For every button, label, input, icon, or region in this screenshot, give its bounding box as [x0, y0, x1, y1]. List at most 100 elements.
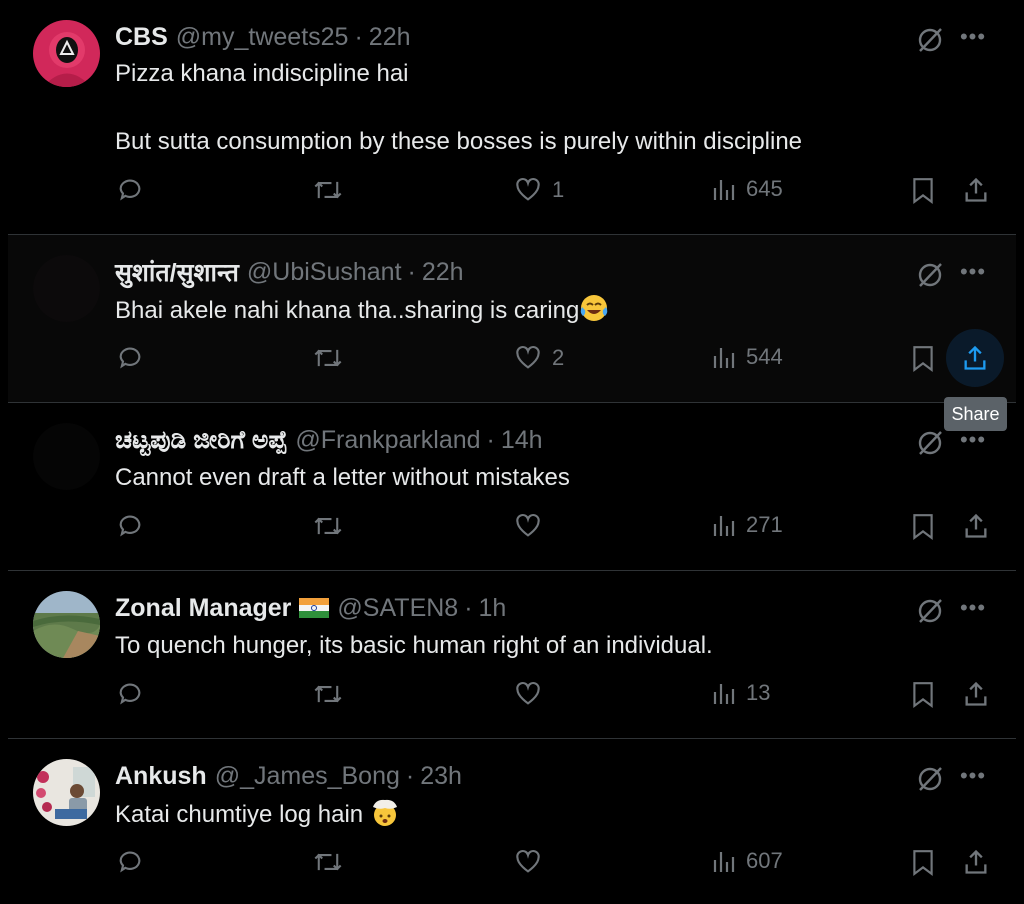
action-bar: 1 645 [8, 176, 1016, 216]
retweet-icon [314, 685, 342, 703]
avatar[interactable] [33, 20, 100, 87]
view-count: 13 [746, 680, 771, 705]
reply-icon [119, 683, 141, 705]
india-flag-icon [299, 598, 330, 618]
timestamp[interactable]: 14h [501, 426, 543, 455]
avatar[interactable] [33, 423, 100, 490]
author-name[interactable]: Zonal Manager [115, 594, 291, 623]
tweet[interactable]: सुशांत/सुशान्त @UbiSushant · 22h ••• Bha… [8, 235, 1016, 403]
reply-button[interactable] [116, 680, 144, 708]
views-icon [713, 852, 735, 872]
retweet-button[interactable] [313, 512, 343, 540]
reply-button[interactable] [116, 848, 144, 876]
tweet[interactable]: Zonal Manager @SATEN8 · 1h ••• To quench… [8, 571, 1016, 739]
timestamp[interactable]: 1h [479, 594, 507, 623]
face-with-tears-of-joy-icon [581, 295, 608, 321]
separator: · [354, 22, 363, 51]
author-handle[interactable]: @SATEN8 [337, 594, 458, 623]
like-button[interactable] [514, 848, 552, 876]
tweet[interactable]: Ankush @_James_Bong · 23h ••• Katai chum… [8, 739, 1016, 904]
view-count: 271 [746, 512, 783, 537]
views-icon [713, 348, 735, 368]
author-handle[interactable]: @_James_Bong [215, 762, 400, 791]
like-button[interactable] [514, 680, 552, 708]
view-count: 607 [746, 848, 783, 873]
share-button[interactable] [962, 176, 990, 204]
bookmark-icon [913, 346, 933, 372]
more-icon[interactable]: ••• [958, 257, 988, 287]
reply-button[interactable] [116, 512, 144, 540]
views-button[interactable]: 607 [712, 848, 783, 874]
reply-icon [119, 515, 141, 537]
reply-icon [119, 179, 141, 201]
avatar[interactable] [33, 759, 100, 826]
tweet[interactable]: ಚಟ್ಟಪುಡಿ ಜೀರಿಗೆ ಅಪ್ಪೆ @Frankparkland · 1… [8, 403, 1016, 571]
grok-icon[interactable] [916, 429, 944, 457]
reply-icon [119, 851, 141, 873]
author-handle[interactable]: @my_tweets25 [176, 23, 349, 52]
more-icon[interactable]: ••• [958, 22, 988, 52]
retweet-icon [314, 853, 342, 871]
separator: · [464, 593, 473, 622]
heart-icon [516, 177, 540, 201]
retweet-button[interactable] [313, 344, 343, 372]
timestamp[interactable]: 22h [422, 258, 464, 287]
retweet-button[interactable] [313, 680, 343, 708]
share-button[interactable] [946, 329, 1004, 387]
reply-button[interactable] [116, 344, 144, 372]
grok-icon[interactable] [916, 26, 944, 54]
heart-icon [516, 345, 540, 369]
views-button[interactable]: 271 [712, 512, 783, 538]
author-name[interactable]: सुशांत/सुशान्त [115, 255, 239, 289]
tweet[interactable]: CBS @my_tweets25 · 22h ••• Pizza khana i… [8, 0, 1016, 235]
grok-icon[interactable] [916, 765, 944, 793]
author-name[interactable]: CBS [115, 23, 168, 52]
share-tooltip: Share [944, 397, 1007, 431]
more-icon[interactable]: ••• [958, 761, 988, 791]
tweet-text: Cannot even draft a letter without mista… [115, 464, 570, 491]
share-icon [965, 849, 987, 874]
author-handle[interactable]: @Frankparkland [295, 426, 480, 455]
bookmark-button[interactable] [911, 344, 935, 372]
action-bar: 13 [8, 680, 1016, 720]
bookmark-button[interactable] [911, 680, 935, 708]
action-bar: 2 544 [8, 329, 1016, 387]
retweet-icon [314, 181, 342, 199]
views-button[interactable]: 645 [712, 176, 783, 202]
like-button[interactable]: 1 [514, 176, 564, 204]
share-button[interactable] [962, 512, 990, 540]
reply-feed: CBS @my_tweets25 · 22h ••• Pizza khana i… [0, 0, 1024, 904]
grok-icon[interactable] [916, 597, 944, 625]
views-button[interactable]: 13 [712, 680, 770, 706]
heart-icon [516, 513, 540, 537]
retweet-button[interactable] [313, 848, 343, 876]
tweet-header: Ankush @_James_Bong · 23h [115, 758, 462, 794]
more-icon[interactable]: ••• [958, 593, 988, 623]
views-icon [713, 684, 735, 704]
tweet-text: Pizza khana indiscipline hai But sutta c… [115, 60, 803, 155]
avatar[interactable] [33, 591, 100, 658]
like-count: 1 [552, 177, 565, 202]
timestamp[interactable]: 22h [369, 23, 411, 52]
author-name[interactable]: ಚಟ್ಟಪುಡಿ ಜೀರಿಗೆ ಅಪ್ಪೆ [115, 426, 287, 455]
separator: · [405, 761, 415, 790]
bookmark-button[interactable] [911, 512, 935, 540]
grok-icon[interactable] [916, 261, 944, 289]
timestamp[interactable]: 23h [420, 762, 462, 791]
bookmark-icon [913, 682, 933, 708]
share-button[interactable] [962, 680, 990, 708]
separator: · [407, 257, 416, 286]
share-button[interactable] [962, 848, 990, 876]
author-handle[interactable]: @UbiSushant [247, 258, 402, 287]
author-name[interactable]: Ankush [115, 762, 207, 791]
reply-button[interactable] [116, 176, 144, 204]
views-button[interactable]: 544 [712, 344, 783, 370]
bookmark-button[interactable] [911, 848, 935, 876]
retweet-icon [314, 349, 342, 367]
like-button[interactable]: 2 [514, 344, 564, 372]
retweet-button[interactable] [313, 176, 343, 204]
bookmark-button[interactable] [911, 176, 935, 204]
like-button[interactable] [514, 512, 552, 540]
tweet-text: To quench hunger, its basic human right … [115, 632, 713, 659]
avatar[interactable] [33, 255, 100, 322]
